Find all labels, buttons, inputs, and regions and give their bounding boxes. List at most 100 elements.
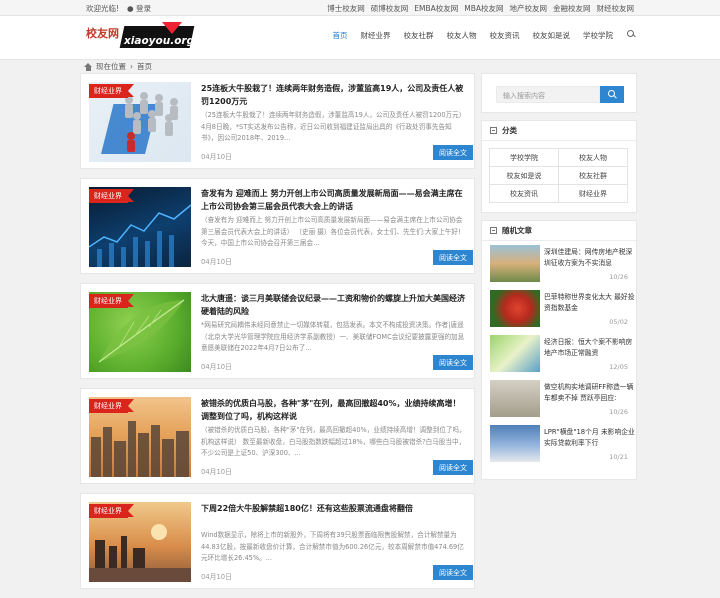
toplink-emba[interactable]: EMBA校友网	[414, 3, 458, 14]
sidebar: 输入搜索内容 分类 学校学院 校友人物 校友如是说 校友社群 校友资讯 财经业界…	[481, 73, 637, 487]
article-thumbnail[interactable]: 财经业界	[89, 292, 191, 372]
nav-zixun[interactable]: 校友资讯	[490, 30, 520, 41]
categories-header: 分类	[482, 121, 636, 141]
category-link[interactable]: 校友如是说	[489, 166, 559, 185]
article-excerpt: （25连板大牛股栽了！连续两年财务造假，涉董监高19人，公司及责任人被罚1200…	[201, 111, 466, 142]
random-article-date: 12/05	[609, 363, 628, 371]
breadcrumb: 现在位置 › 首页	[84, 61, 152, 72]
nav-home[interactable]: 首页	[333, 30, 348, 41]
random-article[interactable]: 做空机构实地调研FF称造一辆车都卖不掉 贾跃亭回应: 10/26	[490, 376, 633, 421]
toplink-dichan[interactable]: 地产校友网	[510, 3, 548, 14]
random-article[interactable]: 经济日报：恒大个案不影响房地产市场正常融资 12/05	[490, 331, 632, 376]
logo-en[interactable]: xiaoyou.org	[124, 35, 194, 47]
random-article[interactable]: 巴菲特称世界变化太大 最好投资指数基金 05/02	[490, 286, 635, 331]
home-icon	[84, 62, 92, 71]
category-badge[interactable]: 财经业界	[89, 294, 134, 308]
category-link[interactable]: 财经业界	[558, 184, 628, 203]
article-thumbnail[interactable]: 财经业界	[89, 397, 191, 477]
read-more-button[interactable]: 阅读全文	[433, 355, 473, 370]
article-list: 财经业界 25连板大牛股栽了！连续两年财务造假，涉董监高19人，公司及责任人被罚…	[80, 73, 475, 598]
login-label[interactable]: 登录	[136, 4, 151, 13]
random-article[interactable]: 深圳佳建局：网传房地产税深圳征收方案为不实消息 10/26	[490, 241, 632, 286]
site-logo[interactable]: 校友网 xiaoyou.org	[86, 22, 195, 52]
random-article-date: 10/26	[609, 273, 628, 281]
article-date: 04月10日	[201, 468, 232, 476]
article-title[interactable]: 被错杀的优质白马股，各种"茅"在列，最高回撤超40%，业绩持续高增！调整到位了吗…	[201, 398, 467, 423]
top-bar: 欢迎光临! ● 登录 博士校友网 硕博校友网 EMBA校友网 MBA校友网 地产…	[0, 0, 720, 16]
login-link[interactable]: ● 登录	[127, 3, 151, 14]
categories-grid: 学校学院 校友人物 校友如是说 校友社群 校友资讯 财经业界	[482, 141, 636, 212]
random-article-title[interactable]: 做空机构实地调研FF称造一辆车都卖不掉 贾跃亭回应:	[544, 382, 638, 404]
random-article-image[interactable]	[490, 335, 540, 372]
toplink-boshi[interactable]: 博士校友网	[327, 3, 365, 14]
breadcrumb-here: 现在位置	[96, 62, 126, 71]
nav-shequn[interactable]: 校友社群	[404, 30, 434, 41]
article-card: 财经业界 北大唐遥：谈三月美联储会议纪录——工资和物价的螺旋上升加大美国经济硬着…	[80, 283, 475, 379]
read-more-button[interactable]: 阅读全文	[433, 145, 473, 160]
nav-renwu[interactable]: 校友人物	[447, 30, 477, 41]
article-card: 财经业界 奋发有为 迎难而上 努力开创上市公司高质量发展新局面——易会满主席在上…	[80, 178, 475, 274]
article-title[interactable]: 奋发有为 迎难而上 努力开创上市公司高质量发展新局面——易会满主席在上市公司协会…	[201, 188, 467, 213]
category-badge[interactable]: 财经业界	[89, 399, 134, 413]
category-link[interactable]: 校友资讯	[489, 184, 559, 203]
toplink-shuobo[interactable]: 硕博校友网	[371, 3, 409, 14]
read-more-button[interactable]: 阅读全文	[433, 250, 473, 265]
article-thumbnail[interactable]: 财经业界	[89, 187, 191, 267]
article-thumbnail[interactable]: 财经业界	[89, 82, 191, 162]
sidebar-search-input[interactable]: 输入搜索内容	[496, 86, 600, 103]
logo-triangle	[162, 22, 182, 34]
article-title[interactable]: 下周22倍大牛股解禁超180亿！还有这些股票流通盘将翻倍	[201, 503, 467, 516]
welcome-text: 欢迎光临!	[86, 4, 120, 13]
category-link[interactable]: 学校学院	[489, 148, 559, 167]
random-article[interactable]: LPR"横盘"18个月 未影响企业实际贷款利率下行 10/21	[490, 421, 635, 466]
random-title: 随机文章	[502, 226, 532, 235]
category-link[interactable]: 校友人物	[558, 148, 628, 167]
search-icon[interactable]	[626, 30, 636, 40]
article-thumbnail[interactable]: 财经业界	[89, 502, 191, 582]
random-article-image[interactable]	[490, 245, 540, 282]
article-excerpt: *网易研究局耦伟未经同意禁止一切媒体转载，包括发表。本文不构成投资决策。作者|唐…	[201, 321, 465, 352]
article-date: 04月10日	[201, 363, 232, 371]
breadcrumb-home[interactable]: 首页	[137, 61, 152, 72]
breadcrumb-sep: ›	[130, 62, 133, 71]
article-card: 财经业界 25连板大牛股栽了！连续两年财务造假，涉董监高19人，公司及责任人被罚…	[80, 73, 475, 169]
category-badge[interactable]: 财经业界	[89, 84, 134, 98]
random-article-date: 05/02	[609, 318, 628, 326]
article-date: 04月10日	[201, 258, 232, 266]
header: 校友网 xiaoyou.org 首页 财经业界 校友社群 校友人物 校友资讯 校…	[0, 16, 720, 60]
random-article-date: 10/26	[609, 408, 628, 416]
sidebar-search-button[interactable]	[600, 86, 624, 103]
nav-rushishuo[interactable]: 校友如是说	[533, 30, 571, 41]
category-badge[interactable]: 财经业界	[89, 189, 134, 203]
logo-cn[interactable]: 校友网	[86, 25, 119, 41]
read-more-button[interactable]: 阅读全文	[433, 460, 473, 475]
article-title[interactable]: 25连板大牛股栽了！连续两年财务造假，涉董监高19人，公司及责任人被罚1200万…	[201, 83, 467, 108]
toplink-jinrong[interactable]: 金融校友网	[553, 3, 591, 14]
random-article-title[interactable]: 经济日报：恒大个案不影响房地产市场正常融资	[544, 337, 638, 359]
categories-widget: 分类 学校学院 校友人物 校友如是说 校友社群 校友资讯 财经业界	[481, 120, 637, 213]
categories-title: 分类	[502, 126, 517, 135]
article-excerpt: （被错杀的优质白马股，各种"茅"在列，最高回撤超40%，业绩持续高增！调整到位了…	[201, 426, 466, 457]
random-header: 随机文章	[482, 221, 636, 241]
random-icon	[490, 227, 497, 234]
nav-xuexiao[interactable]: 学校学院	[583, 30, 613, 41]
random-article-image[interactable]	[490, 425, 540, 462]
random-article-title[interactable]: LPR"横盘"18个月 未影响企业实际贷款利率下行	[544, 427, 638, 449]
random-article-title[interactable]: 巴菲特称世界变化太大 最好投资指数基金	[544, 292, 638, 314]
article-card: 财经业界 被错杀的优质白马股，各种"茅"在列，最高回撤超40%，业绩持续高增！调…	[80, 388, 475, 484]
top-bar-left: 欢迎光临! ● 登录	[86, 3, 151, 14]
random-article-image[interactable]	[490, 290, 540, 327]
category-link[interactable]: 校友社群	[558, 166, 628, 185]
category-badge[interactable]: 财经业界	[89, 504, 134, 518]
random-article-title[interactable]: 深圳佳建局：网传房地产税深圳征收方案为不实消息	[544, 247, 638, 269]
toplink-mba[interactable]: MBA校友网	[464, 3, 503, 14]
main-nav: 首页 财经业界 校友社群 校友人物 校友资讯 校友如是说 学校学院	[333, 30, 637, 41]
toplink-caijing[interactable]: 财经校友网	[597, 3, 635, 14]
nav-caijing[interactable]: 财经业界	[361, 30, 391, 41]
article-title[interactable]: 北大唐遥：谈三月美联储会议纪录——工资和物价的螺旋上升加大美国经济硬着陆的风险	[201, 293, 467, 318]
random-article-image[interactable]	[490, 380, 540, 417]
read-more-button[interactable]: 阅读全文	[433, 565, 473, 580]
article-date: 04月10日	[201, 573, 232, 581]
article-card: 财经业界 下周22倍大牛股解禁超180亿！还有这些股票流通盘将翻倍 Wind数据…	[80, 493, 475, 589]
top-bar-links: 博士校友网 硕博校友网 EMBA校友网 MBA校友网 地产校友网 金融校友网 财…	[327, 3, 634, 14]
